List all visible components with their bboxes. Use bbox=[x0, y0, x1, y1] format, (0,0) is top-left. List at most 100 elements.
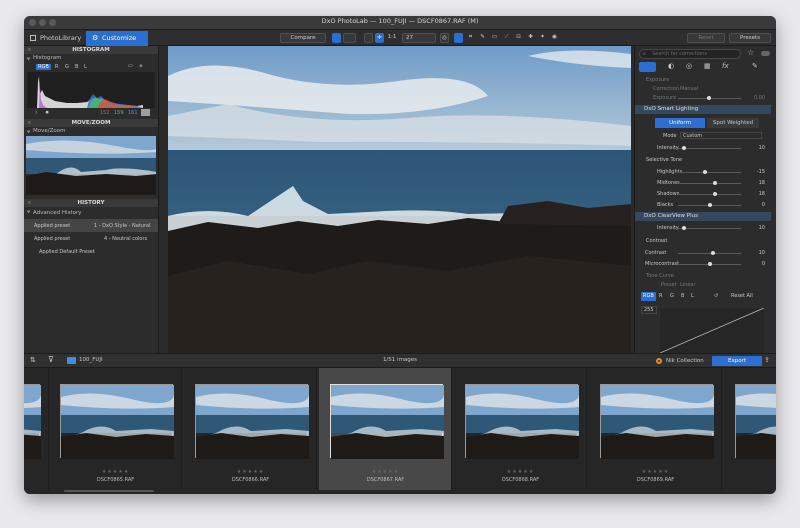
smart-lighting-intensity-row[interactable]: Intensity 10 bbox=[635, 144, 771, 152]
color-palette-icon[interactable]: ◐ bbox=[668, 62, 674, 70]
toggle-icon[interactable] bbox=[761, 51, 770, 56]
thumbnail[interactable] bbox=[735, 384, 776, 459]
curve-channel-r[interactable]: R bbox=[659, 292, 662, 301]
exposure-title-row[interactable]: Exposure bbox=[635, 76, 771, 84]
export-button[interactable]: Export bbox=[712, 356, 762, 366]
eyedropper-icon[interactable]: ✎ bbox=[478, 33, 487, 43]
clearview-intensity-row[interactable]: Intensity 10 bbox=[635, 224, 771, 232]
effects-palette-icon[interactable]: fx bbox=[722, 62, 729, 70]
exposure-value[interactable]: 0.00 bbox=[747, 94, 765, 102]
tone-value[interactable]: -15 bbox=[747, 168, 765, 176]
channel-rgb[interactable]: RGB bbox=[36, 64, 51, 70]
channel-l[interactable]: L bbox=[84, 64, 87, 70]
histogram-subheader[interactable]: Histogram bbox=[24, 54, 158, 63]
history-item[interactable]: Applied preset 4 - Neutral colors bbox=[24, 232, 158, 245]
detail-palette-icon[interactable]: ◎ bbox=[686, 62, 692, 70]
rating-stars[interactable]: ★★★★★ bbox=[184, 469, 317, 475]
tone-value[interactable]: 18 bbox=[747, 179, 765, 187]
tone-slider[interactable] bbox=[678, 172, 741, 173]
rating-stars[interactable]: ★★★★★ bbox=[24, 469, 49, 475]
contrast-row-contrast[interactable]: Contrast 10 bbox=[635, 249, 771, 257]
exposure-correction-row[interactable]: Correction Manual bbox=[635, 85, 771, 93]
thumbnail[interactable] bbox=[330, 384, 444, 459]
search-corrections-input[interactable]: ⌕ Search for corrections bbox=[639, 49, 741, 59]
tab-photolibrary[interactable]: PhotoLibrary bbox=[24, 31, 84, 46]
reset-all-button[interactable]: Reset All bbox=[731, 292, 753, 301]
history-item[interactable]: Applied preset 1 - DxO Style - Natural bbox=[24, 219, 158, 232]
thumbnail[interactable] bbox=[465, 384, 579, 459]
single-view-button[interactable] bbox=[332, 33, 341, 43]
contrast-knob[interactable] bbox=[708, 262, 712, 266]
monitor-icon[interactable]: ▭ bbox=[128, 63, 133, 69]
tone-curve-preset-row[interactable]: Preset Linear bbox=[635, 281, 771, 289]
local-palette-icon[interactable]: ✎ bbox=[752, 62, 758, 70]
horizon-icon[interactable]: ▭ bbox=[490, 33, 499, 43]
tone-knob[interactable] bbox=[703, 170, 708, 174]
undo-curve-icon[interactable]: ↺ bbox=[714, 292, 718, 301]
curve-top-value[interactable]: 255 bbox=[641, 306, 657, 314]
star-icon[interactable]: ☆ bbox=[747, 48, 754, 57]
contrast-value[interactable]: 10 bbox=[747, 249, 765, 257]
filmstrip-scrollbar[interactable] bbox=[64, 490, 154, 492]
compare-button[interactable]: Compare bbox=[280, 33, 326, 43]
thumbnail[interactable] bbox=[600, 384, 714, 459]
filmstrip-item[interactable]: ★★★★★ DSCF0869.RAF bbox=[589, 368, 722, 490]
filmstrip-item[interactable]: ★★★★★ DSCF0865.RAF bbox=[49, 368, 182, 490]
filmstrip-item[interactable]: ★★★★★ bbox=[724, 368, 776, 490]
filmstrip-item[interactable]: ★★★★★ DSCF0868.RAF bbox=[454, 368, 587, 490]
tone-slider[interactable] bbox=[678, 183, 741, 184]
tone-value[interactable]: 18 bbox=[747, 190, 765, 198]
rating-stars[interactable]: ★★★★★ bbox=[454, 469, 587, 475]
contrast-knob[interactable] bbox=[711, 251, 715, 255]
reset-button[interactable]: Reset bbox=[687, 33, 725, 43]
mode-select[interactable]: Custom bbox=[680, 132, 762, 139]
curve-channel-rgb[interactable]: RGB bbox=[641, 292, 656, 301]
rating-stars[interactable]: ★★★★★ bbox=[724, 469, 776, 475]
selective-tone-header[interactable]: Selective Tone bbox=[635, 156, 771, 164]
channel-b[interactable]: B bbox=[75, 64, 78, 70]
tone-curve-header[interactable]: Tone Curve bbox=[635, 272, 771, 280]
split-view-button[interactable] bbox=[343, 33, 356, 43]
contrast-slider[interactable] bbox=[678, 253, 741, 254]
history-subheader[interactable]: Advanced History bbox=[24, 207, 158, 219]
crop-view-icon[interactable] bbox=[364, 33, 373, 43]
intensity-slider[interactable] bbox=[678, 148, 741, 149]
contrast-value[interactable]: 0 bbox=[747, 260, 765, 268]
rating-stars[interactable]: ★★★★★ bbox=[319, 469, 452, 475]
spot-weighted-button[interactable]: Spot Weighted bbox=[707, 118, 759, 128]
local-adjust-icon[interactable]: ⊡ bbox=[514, 33, 523, 43]
light-palette-icon[interactable] bbox=[639, 62, 656, 72]
thumbnail[interactable] bbox=[195, 384, 309, 459]
preview-eye-icon[interactable]: ◉ bbox=[550, 33, 559, 43]
curve-channel-b[interactable]: B bbox=[681, 292, 684, 301]
curve-channel-g[interactable]: G bbox=[670, 292, 674, 301]
clearview-value[interactable]: 10 bbox=[747, 224, 765, 232]
shadow-clip-icon[interactable]: ☽ bbox=[33, 110, 37, 116]
tone-slider[interactable] bbox=[678, 194, 741, 195]
clipping-icon[interactable]: ◆ bbox=[139, 63, 143, 69]
smart-lighting-header[interactable]: DxO Smart Lighting bbox=[635, 105, 771, 114]
smart-lighting-mode-row[interactable]: Mode Custom bbox=[635, 132, 771, 140]
tone-knob[interactable] bbox=[708, 203, 712, 207]
loupe-icon[interactable]: ◎ bbox=[440, 33, 449, 43]
tone-value[interactable]: 0 bbox=[747, 201, 765, 209]
crop-icon[interactable]: ⌗ bbox=[466, 33, 475, 43]
image-viewer[interactable] bbox=[168, 46, 631, 353]
rating-stars[interactable]: ★★★★★ bbox=[49, 469, 182, 475]
tone-knob[interactable] bbox=[713, 181, 718, 185]
filmstrip-item[interactable]: ★★★★★ DSCF0867.RAF bbox=[319, 368, 452, 490]
thumbnail[interactable] bbox=[24, 384, 41, 459]
share-icon[interactable]: ⇪ bbox=[764, 356, 770, 364]
geometry-palette-icon[interactable]: ▦ bbox=[704, 62, 711, 70]
zoom-select[interactable]: 27 bbox=[402, 33, 436, 43]
fit-icon[interactable]: ✛ bbox=[375, 33, 384, 43]
redeye-icon[interactable]: ✦ bbox=[538, 33, 547, 43]
exposure-row[interactable]: Exposure 0.00 bbox=[635, 94, 771, 102]
uniform-button[interactable]: Uniform bbox=[655, 118, 705, 128]
filmstrip-item[interactable]: ★★★★★ bbox=[24, 368, 49, 490]
intensity-knob[interactable] bbox=[682, 146, 686, 150]
tone-curve-graph[interactable] bbox=[660, 308, 764, 353]
zoom-1to1-button[interactable]: 1:1 bbox=[386, 33, 398, 43]
tone-row-midtones[interactable]: Midtones 18 bbox=[635, 179, 771, 187]
tone-row-shadows[interactable]: Shadows 18 bbox=[635, 190, 771, 198]
